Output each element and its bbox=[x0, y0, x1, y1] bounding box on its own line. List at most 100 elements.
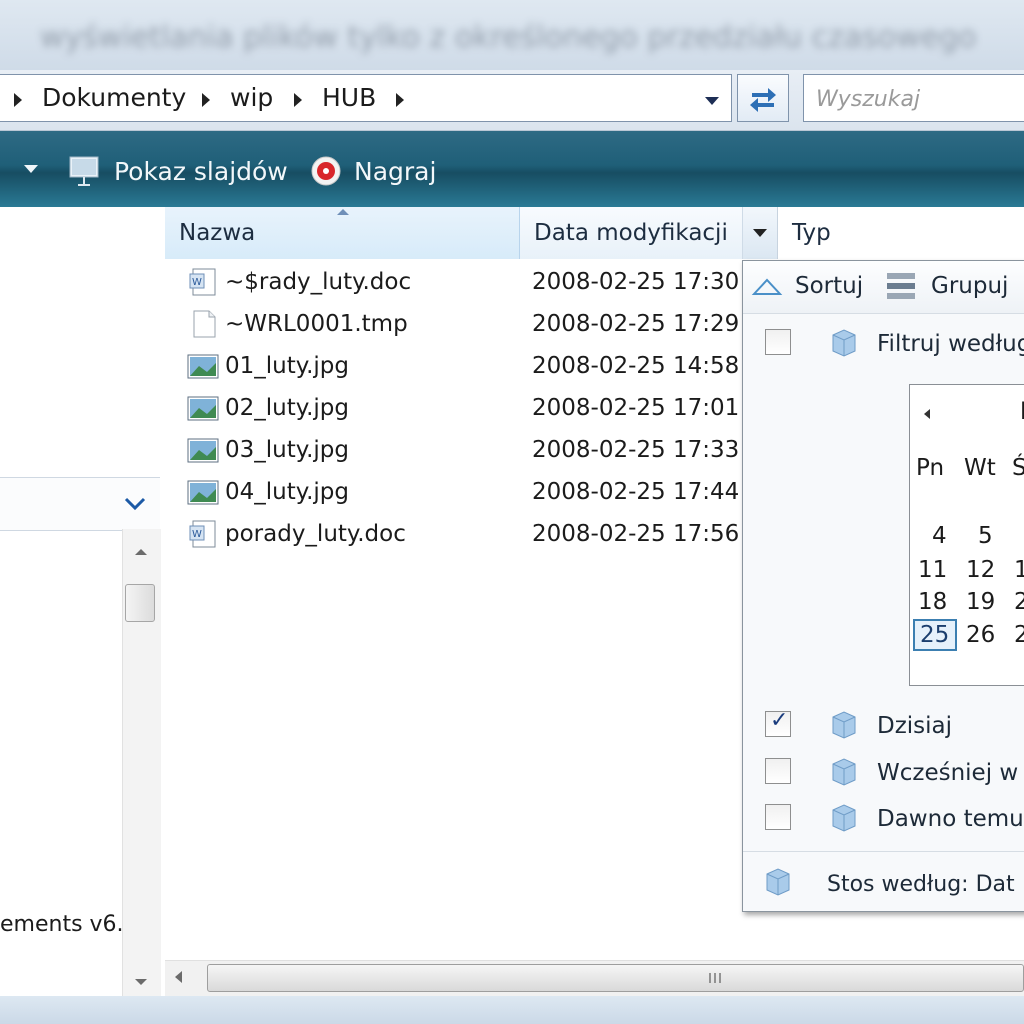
calendar-day[interactable]: 2 bbox=[1014, 622, 1024, 648]
option-checkbox-earlier[interactable] bbox=[765, 758, 791, 784]
calendar-month-label[interactable]: l bbox=[1020, 399, 1024, 425]
slideshow-icon bbox=[69, 156, 99, 186]
chevron-down-icon[interactable] bbox=[24, 165, 38, 173]
address-bar[interactable]: Dokumenty wip HUB bbox=[0, 74, 732, 122]
group-button[interactable]: Grupuj bbox=[931, 273, 1008, 299]
folders-header[interactable] bbox=[0, 477, 160, 531]
breadcrumb-separator-icon[interactable] bbox=[294, 93, 302, 107]
file-row[interactable]: 03_luty.jpg 2008-02-25 17:33 bbox=[165, 429, 755, 471]
scroll-up-icon[interactable] bbox=[133, 547, 149, 557]
column-header-row: Nazwa Data modyfikacji Typ bbox=[165, 207, 1024, 259]
image-file-icon bbox=[187, 438, 219, 463]
weekday-header: Pn bbox=[916, 455, 945, 481]
cube-icon bbox=[832, 711, 856, 739]
horizontal-scrollbar[interactable] bbox=[165, 960, 1024, 997]
file-row[interactable]: 02_luty.jpg 2008-02-25 17:01 bbox=[165, 387, 755, 429]
breadcrumb-separator-icon[interactable] bbox=[202, 93, 210, 107]
column-header-type-label: Typ bbox=[792, 220, 831, 246]
option-label[interactable]: Dzisiaj bbox=[877, 713, 952, 739]
date-calendar[interactable]: l Pn Wt Ś 4 5 11 12 1 18 19 2 25 26 2 bbox=[909, 384, 1024, 686]
sort-button[interactable]: Sortuj bbox=[795, 273, 863, 299]
slideshow-button[interactable]: Pokaz slajdów bbox=[114, 157, 288, 186]
calendar-day[interactable]: 12 bbox=[966, 557, 995, 583]
breadcrumb-dokumenty[interactable]: Dokumenty bbox=[42, 83, 186, 112]
address-history-dropdown-icon[interactable] bbox=[705, 97, 719, 105]
breadcrumb-hub[interactable]: HUB bbox=[322, 83, 376, 112]
scroll-left-icon[interactable] bbox=[175, 971, 182, 983]
calendar-prev-month-icon[interactable] bbox=[924, 409, 930, 419]
column-filter-dropdown-button[interactable] bbox=[743, 207, 778, 259]
option-checkbox-today[interactable]: ✓ bbox=[765, 708, 791, 737]
column-header-name[interactable]: Nazwa bbox=[165, 207, 520, 259]
stack-by-label[interactable]: Stos według: Dat bbox=[827, 872, 1015, 897]
image-file-icon bbox=[187, 354, 219, 379]
column-header-date[interactable]: Data modyfikacji bbox=[520, 207, 743, 259]
file-row[interactable]: W porady_luty.doc 2008-02-25 17:56 bbox=[165, 513, 755, 555]
record-disc-icon bbox=[311, 156, 341, 186]
column-header-name-label: Nazwa bbox=[179, 220, 256, 246]
nav-vertical-scrollbar[interactable] bbox=[122, 529, 161, 999]
breadcrumb-separator-icon[interactable] bbox=[14, 93, 22, 107]
filter-by-checkbox[interactable] bbox=[765, 329, 791, 355]
scroll-down-icon[interactable] bbox=[133, 977, 149, 987]
weekday-header: Ś bbox=[1012, 455, 1024, 481]
calendar-day[interactable]: 1 bbox=[1014, 557, 1024, 583]
file-row[interactable]: 01_luty.jpg 2008-02-25 14:58 bbox=[165, 345, 755, 387]
file-name: ~WRL0001.tmp bbox=[225, 311, 408, 337]
refresh-icon bbox=[750, 88, 776, 112]
file-date: 2008-02-25 17:33 bbox=[532, 437, 740, 463]
checkmark-icon: ✓ bbox=[770, 708, 789, 733]
file-name: 01_luty.jpg bbox=[225, 353, 349, 379]
navigation-pane: ements v6. bbox=[0, 207, 166, 1024]
image-file-icon bbox=[187, 396, 219, 421]
column-header-date-label: Data modyfikacji bbox=[534, 220, 728, 246]
cube-icon bbox=[832, 329, 856, 357]
file-row[interactable]: ~WRL0001.tmp 2008-02-25 17:29 bbox=[165, 303, 755, 345]
record-button[interactable]: Nagraj bbox=[354, 157, 436, 186]
window-caption-area: wyświetlania plików tylko z określonego … bbox=[0, 0, 1024, 70]
file-date: 2008-02-25 17:56 bbox=[532, 521, 740, 547]
cube-icon bbox=[832, 804, 856, 832]
column-filter-panel: Sortuj Grupuj Filtruj według l Pn Wt Ś 4… bbox=[742, 260, 1024, 912]
calendar-day[interactable]: 2 bbox=[1014, 589, 1024, 615]
file-date: 2008-02-25 17:01 bbox=[532, 395, 740, 421]
image-file-icon bbox=[187, 480, 219, 505]
refresh-button[interactable] bbox=[737, 74, 789, 122]
calendar-day[interactable]: 26 bbox=[966, 622, 995, 648]
calendar-day-today[interactable]: 25 bbox=[920, 622, 949, 648]
filter-by-label: Filtruj według bbox=[877, 331, 1024, 357]
file-name: porady_luty.doc bbox=[225, 521, 406, 547]
nav-tree-item-label[interactable]: ements v6. bbox=[0, 912, 124, 937]
filter-panel-toolbar: Sortuj Grupuj bbox=[743, 261, 1024, 314]
column-header-type[interactable]: Typ bbox=[778, 207, 1024, 259]
file-row[interactable]: 04_luty.jpg 2008-02-25 17:44 bbox=[165, 471, 755, 513]
calendar-day[interactable]: 4 bbox=[932, 523, 947, 549]
chevron-down-icon bbox=[753, 229, 767, 237]
file-name: 02_luty.jpg bbox=[225, 395, 349, 421]
horizontal-scroll-thumb[interactable] bbox=[207, 964, 1024, 992]
calendar-day[interactable]: 5 bbox=[978, 523, 993, 549]
file-name: 03_luty.jpg bbox=[225, 437, 349, 463]
option-label[interactable]: Dawno temu bbox=[877, 806, 1024, 832]
search-box[interactable] bbox=[803, 74, 1024, 122]
file-date: 2008-02-25 17:44 bbox=[532, 479, 740, 505]
file-name: ~$rady_luty.doc bbox=[225, 269, 412, 295]
file-date: 2008-02-25 17:30 bbox=[532, 269, 740, 295]
option-label[interactable]: Wcześniej w t bbox=[877, 760, 1024, 786]
blank-file-icon bbox=[193, 310, 216, 338]
chevron-down-icon[interactable] bbox=[124, 496, 146, 512]
word-doc-icon: W bbox=[189, 268, 216, 296]
sort-triangle-icon bbox=[751, 278, 783, 295]
calendar-day[interactable]: 11 bbox=[918, 557, 947, 583]
breadcrumb-wip[interactable]: wip bbox=[230, 83, 273, 112]
calendar-day[interactable]: 19 bbox=[966, 589, 995, 615]
breadcrumb-separator-icon[interactable] bbox=[396, 93, 404, 107]
file-name: 04_luty.jpg bbox=[225, 479, 349, 505]
details-pane-edge bbox=[0, 996, 1024, 1024]
stack-by-row[interactable]: Stos według: Dat bbox=[743, 851, 1024, 914]
nav-scroll-thumb[interactable] bbox=[125, 584, 155, 622]
search-input[interactable] bbox=[814, 83, 1018, 115]
file-row[interactable]: W ~$rady_luty.doc 2008-02-25 17:30 bbox=[165, 261, 755, 303]
option-checkbox-long-ago[interactable] bbox=[765, 804, 791, 830]
calendar-day[interactable]: 18 bbox=[918, 589, 947, 615]
